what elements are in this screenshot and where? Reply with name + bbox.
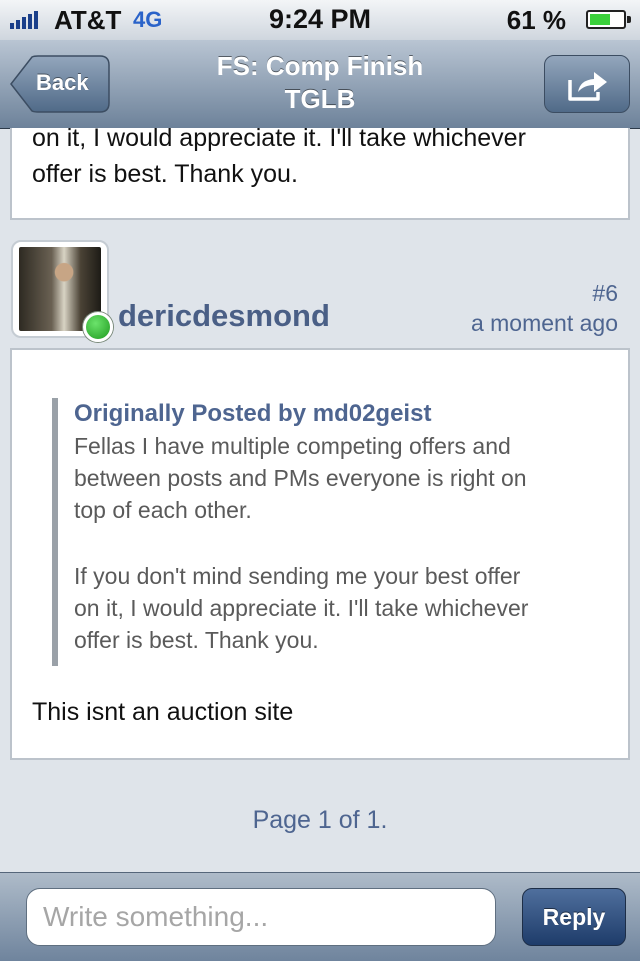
quote-paragraph: If you don't mind sending me your best o…	[74, 560, 588, 656]
previous-post-line: offer is best. Thank you.	[32, 160, 298, 188]
page-title-line1: FS: Comp Finish	[216, 51, 424, 81]
quote-line: Fellas I have multiple competing offers …	[74, 433, 511, 459]
quote-line: offer is best. Thank you.	[74, 627, 319, 653]
quote-line: between posts and PMs everyone is right …	[74, 465, 527, 491]
quote-line: top of each other.	[74, 497, 252, 523]
post-content: Originally Posted by md02geist Fellas I …	[10, 348, 630, 760]
quote-header: Originally Posted by md02geist	[74, 400, 432, 427]
pagination-label: Page 1 of 1.	[252, 806, 388, 834]
battery-icon	[586, 10, 631, 29]
page-title: FS: Comp Finish TGLB	[150, 50, 490, 116]
reply-button[interactable]: Reply	[522, 888, 626, 946]
battery-fill	[590, 14, 610, 25]
quote-block: Originally Posted by md02geist Fellas I …	[52, 398, 588, 666]
back-button-label: Back	[36, 70, 89, 95]
previous-post-text: on it, I would appreciate it. I'll take …	[32, 120, 608, 192]
share-button[interactable]	[544, 55, 630, 113]
status-bar: AT&T 4G 9:24 PM 61 %	[0, 0, 640, 40]
quote-paragraph: Fellas I have multiple competing offers …	[74, 430, 588, 526]
post-number: #6	[592, 280, 618, 306]
post-username[interactable]: dericdesmond	[118, 298, 330, 334]
battery-percent: 61 %	[506, 5, 566, 35]
post-body: This isnt an auction site	[32, 698, 294, 726]
page-title-line2: TGLB	[284, 84, 356, 114]
previous-post-line: on it, I would appreciate it. I'll take …	[32, 124, 526, 152]
navigation-bar: Back FS: Comp Finish TGLB	[0, 40, 640, 129]
quote-line: If you don't mind sending me your best o…	[74, 563, 521, 589]
compose-input[interactable]	[26, 888, 496, 946]
compose-bar: Reply	[0, 872, 640, 961]
share-icon	[568, 72, 607, 101]
back-button[interactable]: Back	[10, 55, 110, 113]
online-status-icon	[83, 312, 113, 342]
previous-post: on it, I would appreciate it. I'll take …	[10, 124, 630, 220]
quote-line: on it, I would appreciate it. I'll take …	[74, 595, 529, 621]
post-timestamp: a moment ago	[470, 310, 618, 336]
